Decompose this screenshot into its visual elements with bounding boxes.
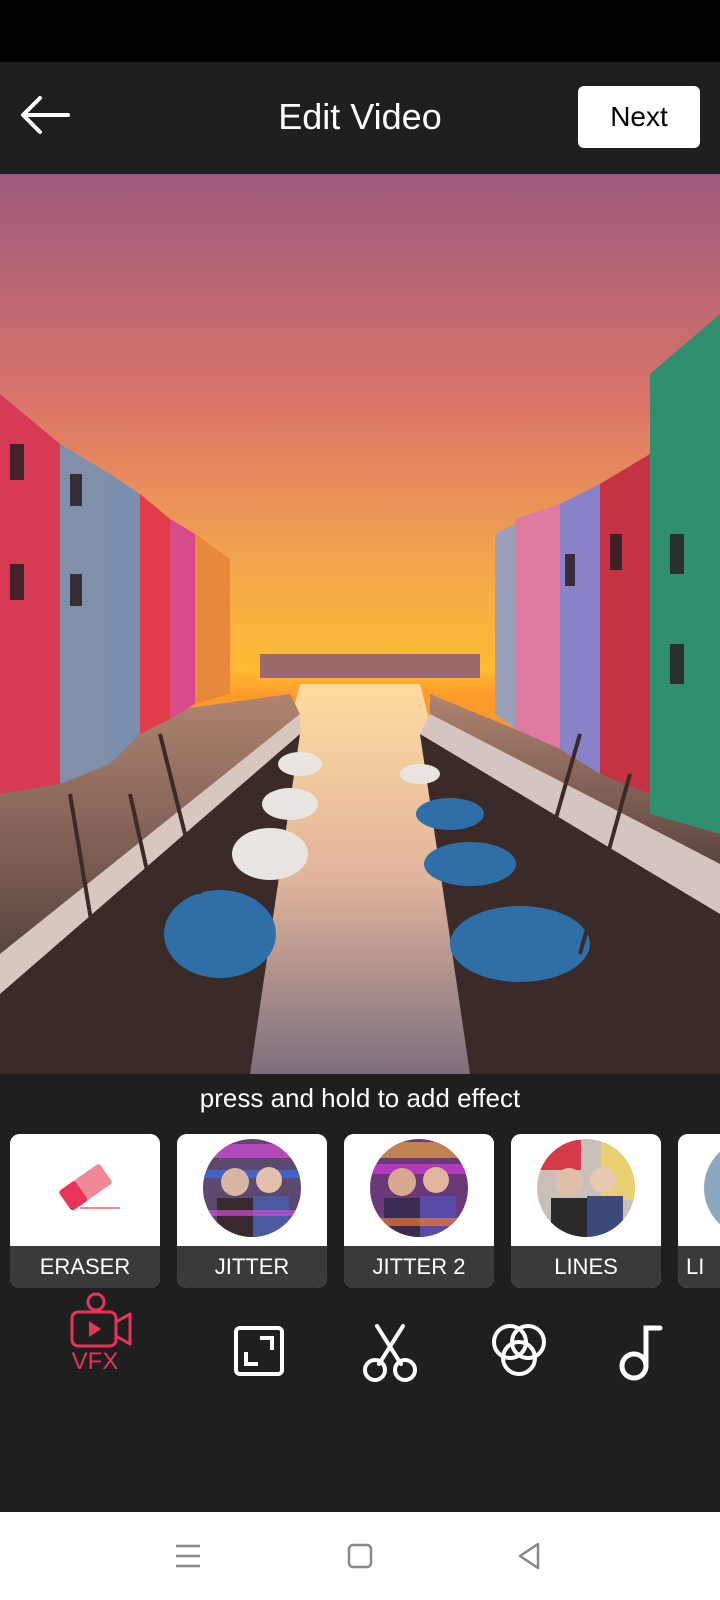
effect-label: LI [678, 1246, 720, 1288]
top-bar: Edit Video Next [0, 62, 720, 174]
effect-label: JITTER [177, 1246, 327, 1288]
eraser-icon [59, 1164, 120, 1211]
crop-tool[interactable] [224, 1316, 294, 1386]
next-button[interactable]: Next [578, 86, 700, 148]
empty-area [0, 1400, 720, 1512]
effect-jitter-2[interactable]: JITTER 2 [344, 1134, 494, 1288]
music-note-icon [619, 1325, 663, 1381]
eraser-thumbnail [10, 1134, 160, 1246]
system-back-button[interactable] [508, 1534, 552, 1578]
home-icon [347, 1543, 373, 1569]
status-bar [0, 0, 720, 62]
effect-label: JITTER 2 [344, 1246, 494, 1288]
crop-icon [234, 1326, 284, 1376]
video-preview[interactable] [0, 174, 720, 1074]
system-nav-bar [0, 1512, 720, 1600]
filter-tool[interactable] [484, 1316, 554, 1386]
home-button[interactable] [338, 1534, 382, 1578]
partial-thumbnail [678, 1134, 720, 1246]
effect-label: ERASER [10, 1246, 160, 1288]
jitter-2-thumbnail [344, 1134, 494, 1246]
effect-label: LINES [511, 1246, 661, 1288]
trim-tool[interactable] [355, 1316, 425, 1386]
recent-apps-button[interactable] [166, 1534, 210, 1578]
effect-hint: press and hold to add effect [199, 1083, 521, 1113]
lines-thumbnail [511, 1134, 661, 1246]
vfx-label: VFX [71, 1348, 119, 1375]
music-tool[interactable] [612, 1316, 682, 1386]
bottom-toolbar: VFX [0, 1292, 720, 1400]
vfx-tool[interactable]: VFX [62, 1290, 142, 1390]
scissors-icon [363, 1324, 417, 1382]
effect-jitter[interactable]: JITTER [177, 1134, 327, 1288]
effect-partial[interactable]: LI [678, 1134, 720, 1288]
effect-eraser[interactable]: ERASER [10, 1134, 160, 1288]
back-triangle-icon [518, 1542, 540, 1570]
effect-lines[interactable]: LINES [511, 1134, 661, 1288]
filter-icon [492, 1324, 546, 1376]
effects-strip[interactable]: ERASER JITTER JITTER 2 LINES LI [10, 1134, 720, 1288]
jitter-thumbnail [177, 1134, 327, 1246]
menu-icon [176, 1544, 200, 1568]
canal-sunset-image [0, 174, 720, 1074]
